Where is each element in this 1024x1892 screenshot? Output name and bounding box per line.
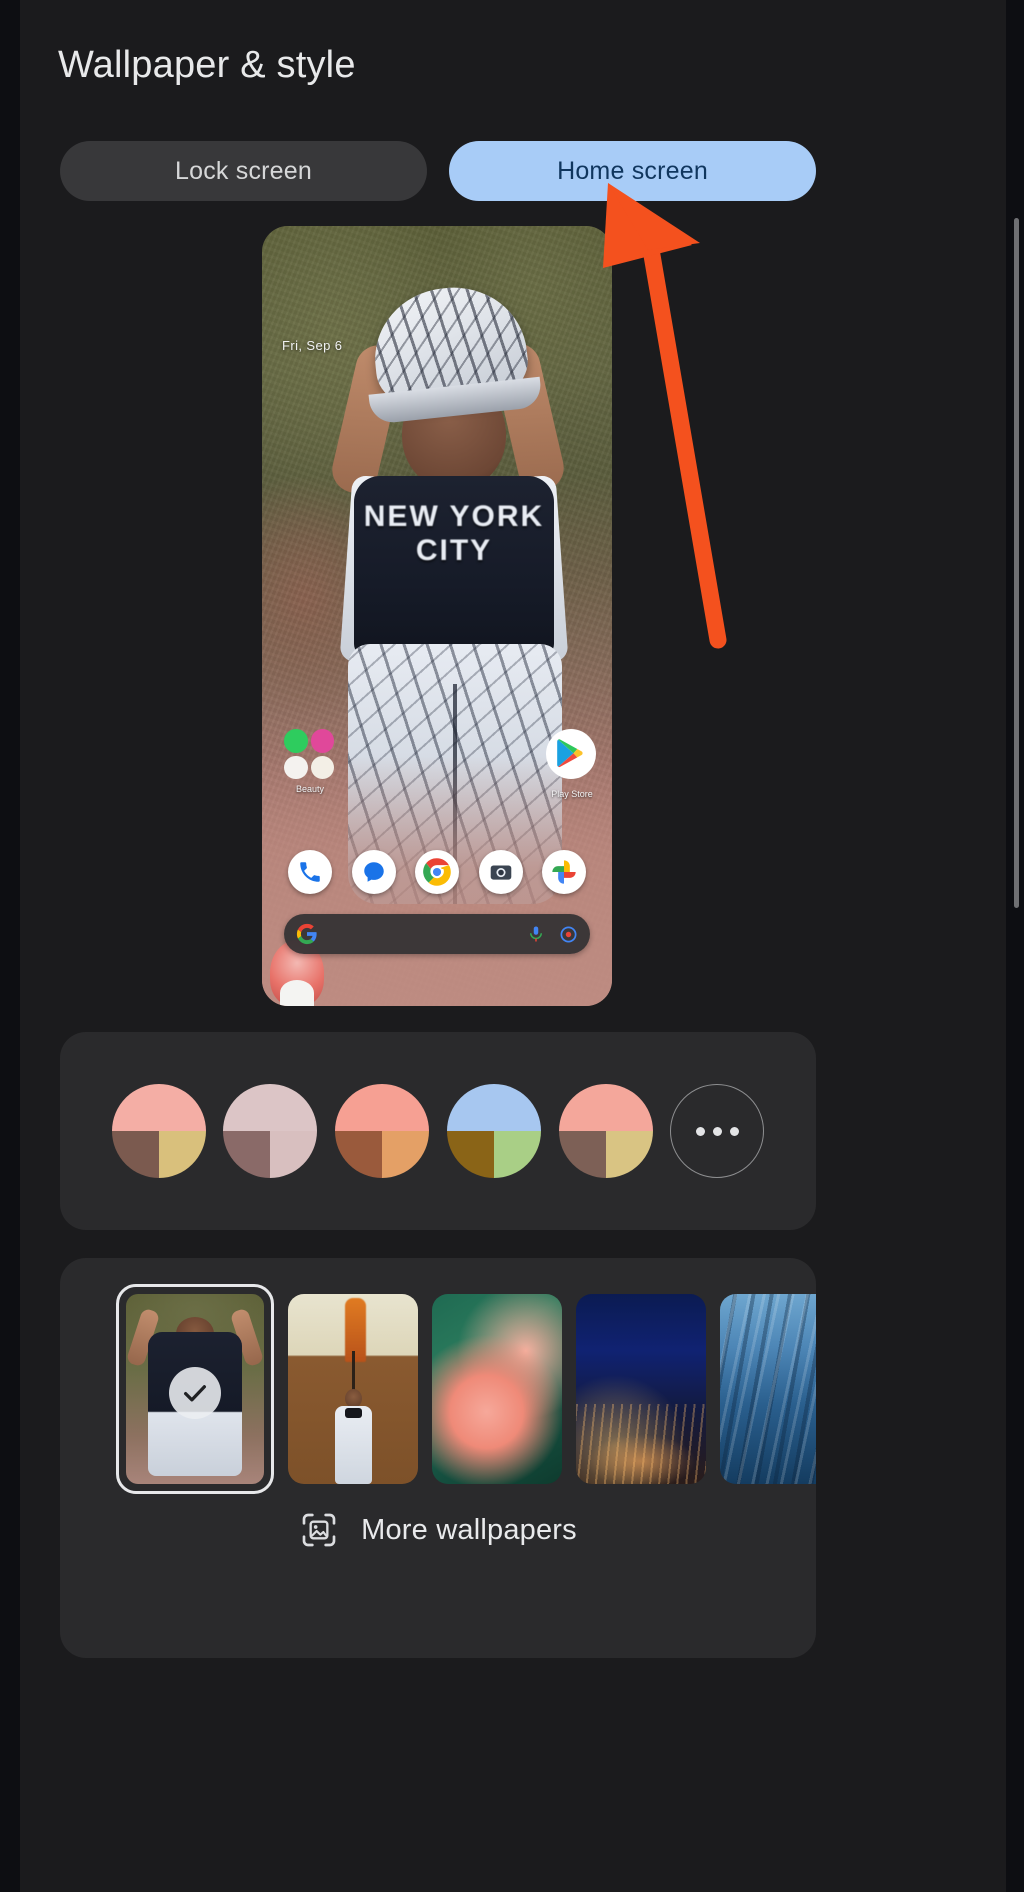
image-placeholder-icon [302,1513,336,1547]
home-screen-playstore-label: Play Store [551,789,593,799]
google-g-icon [296,923,317,945]
more-colors-button[interactable] [670,1084,765,1178]
swatch-4-top [446,1084,541,1131]
color-swatch-row [60,1032,816,1230]
color-swatch-4[interactable] [446,1084,541,1178]
more-wallpapers-label: More wallpapers [361,1513,577,1546]
folder-mini-icon-white [310,755,334,779]
wallpaper-figure-shirt-text: NEW YORK CITY [363,500,545,567]
color-swatch-5[interactable] [558,1084,653,1178]
swatch-5-bottom-right [605,1131,653,1178]
tab-home-screen-label: Home screen [557,156,708,185]
ellipsis-icon-dot-3 [729,1126,739,1136]
wallpaper-thumb-boy-bowtie-image [288,1294,418,1484]
home-screen-date: Fri, Sep 6 [282,338,343,353]
page-title: Wallpaper & style [58,44,356,86]
swatch-5-top [558,1084,653,1131]
wallpaper-thumb-child-cap-image [126,1294,264,1484]
swatch-5-bottom-left [558,1131,606,1178]
swatch-1-bottom-left [111,1131,159,1178]
home-screen-folder[interactable]: Beauty [284,729,336,794]
screen-type-tabs: Lock screen Home screen [60,141,816,201]
ellipsis-icon-dot-2 [712,1126,722,1136]
swatch-2-bottom-left [223,1131,271,1178]
home-screen-google-search-bar[interactable] [284,914,590,954]
swatch-1-top [111,1084,206,1131]
wallpaper-thumb-night-city-image [576,1294,706,1484]
wallpaper-thumbnail-row [60,1284,816,1494]
color-swatch-2[interactable] [223,1084,318,1178]
ellipsis-icon-dot-1 [695,1126,705,1136]
folder-mini-icon-pink [310,729,334,753]
messages-icon[interactable] [351,850,396,894]
more-wallpapers-button[interactable]: More wallpapers [60,1510,816,1550]
wallpaper-thumb-blue-water[interactable] [720,1294,816,1484]
swatch-4-bottom-right [493,1131,541,1178]
home-screen-folder-icon-grid [284,729,334,779]
left-edge-gutter [0,0,20,1892]
home-screen-playstore-app[interactable]: Play Store [546,729,598,799]
tab-lock-screen-label: Lock screen [175,156,312,185]
home-screen-folder-label: Beauty [295,784,325,794]
play-store-icon [546,729,596,779]
home-screen-preview[interactable]: NEW YORK CITY Fri, Sep 6 Beauty Play Sto… [262,226,612,1006]
color-palette-card [60,1032,816,1230]
google-lens-icon[interactable] [559,925,578,944]
phone-icon[interactable] [288,850,332,894]
chrome-icon[interactable] [415,850,459,894]
search-actions [527,925,578,944]
home-screen-dock [278,850,596,894]
wallpaper-thumb-night-city[interactable] [576,1294,706,1484]
swatch-1-bottom-right [158,1131,206,1178]
tab-lock-screen[interactable]: Lock screen [60,141,427,201]
swatch-3-bottom-right [382,1131,430,1178]
swatch-4-bottom-left [446,1131,494,1178]
color-swatch-1[interactable] [111,1084,206,1178]
camera-icon[interactable] [478,850,523,894]
swatch-2-bottom-right [270,1131,318,1178]
tab-home-screen[interactable]: Home screen [449,141,816,201]
folder-mini-icon-red [284,755,308,779]
check-icon [169,1366,221,1419]
wallpaper-thumb-pink-flower[interactable] [432,1294,562,1484]
wallpaper-and-style-screen: Wallpaper & style Lock screen Home scree… [0,0,1024,1892]
swatch-3-bottom-left [335,1131,383,1178]
swatch-3-top [335,1084,430,1131]
wallpaper-thumb-blue-water-image [720,1294,816,1484]
wallpaper-thumb-child-cap[interactable] [116,1284,274,1494]
swatch-2-top [223,1084,318,1131]
wallpaper-figure-shirt: NEW YORK CITY [354,476,554,656]
color-swatch-3[interactable] [335,1084,430,1178]
vertical-scrollbar[interactable] [1014,218,1019,908]
wallpaper-thumb-pink-flower-image [432,1294,562,1484]
wallpapers-card: More wallpapers [60,1258,816,1658]
wallpaper-thumb-boy-bowtie[interactable] [288,1294,418,1484]
folder-mini-icon-green [284,729,308,753]
photos-icon[interactable] [542,850,586,894]
microphone-icon[interactable] [527,925,545,943]
